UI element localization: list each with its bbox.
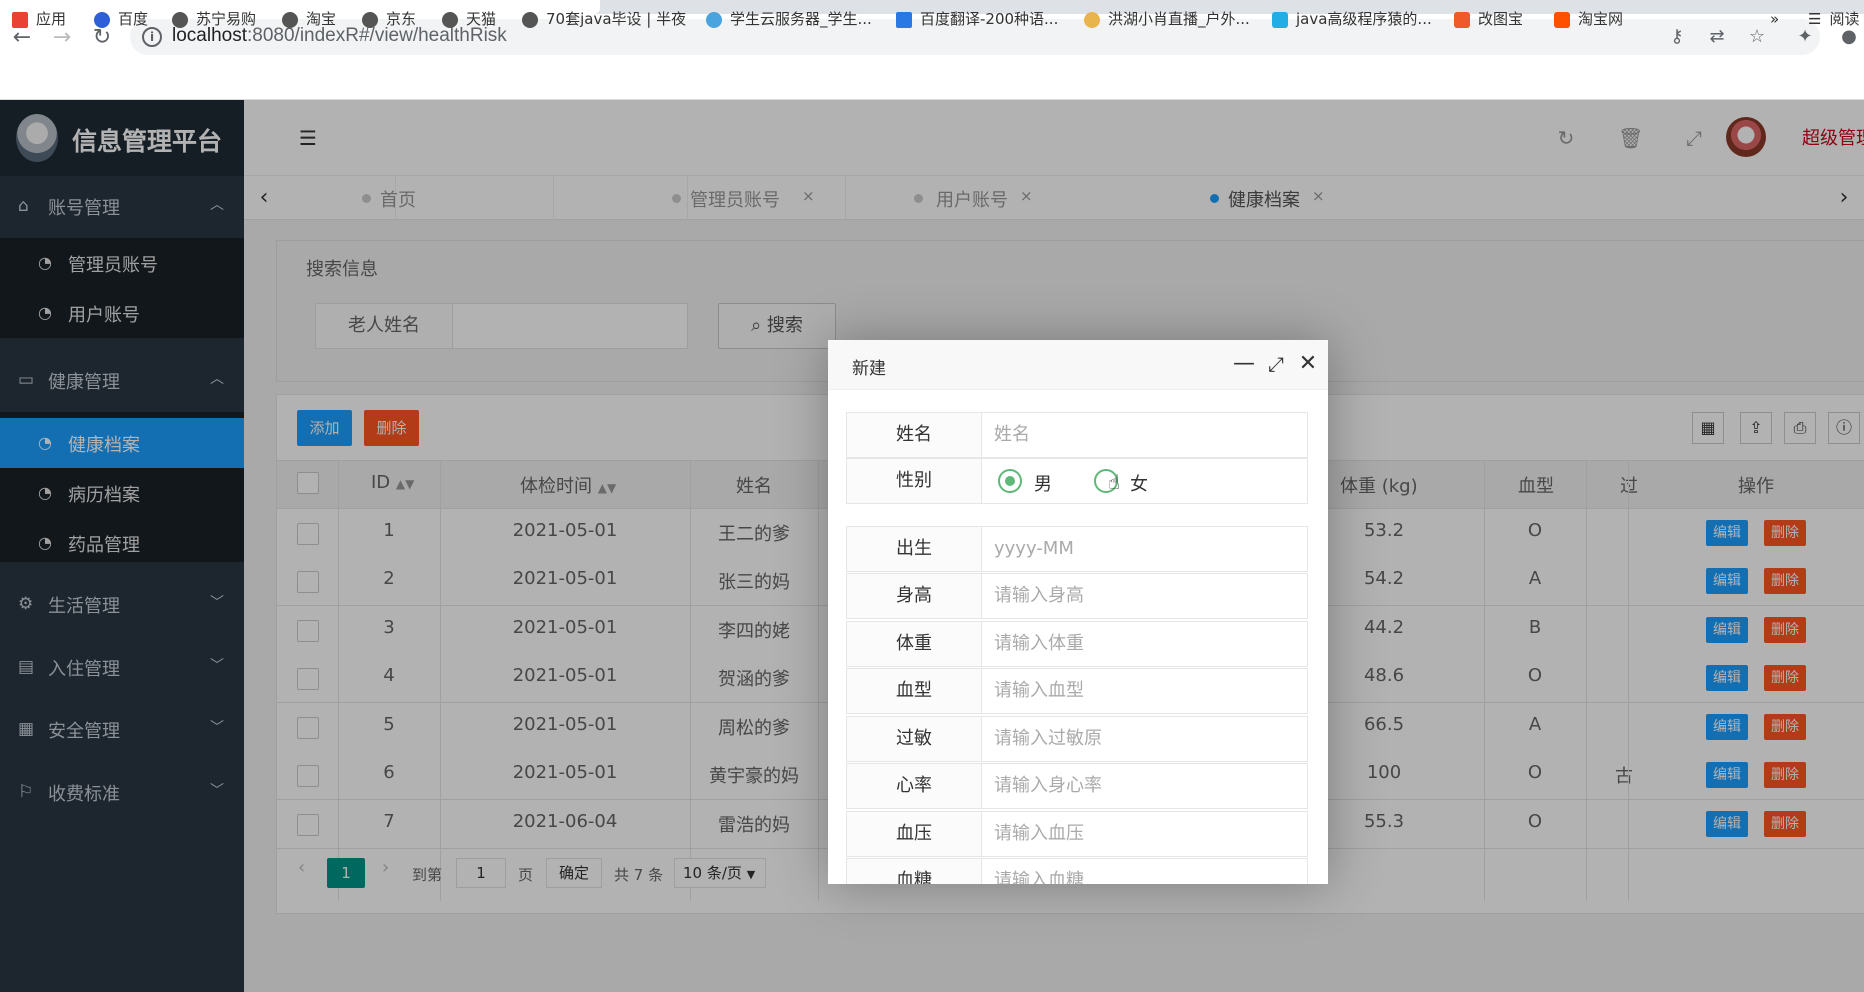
reading-list-label: 阅读	[1829, 10, 1860, 28]
minimize-icon[interactable]: —	[1232, 352, 1256, 376]
field-label-name: 姓名	[846, 412, 982, 458]
bookmark-jd[interactable]: 京东	[362, 8, 416, 30]
apps-grid-icon	[12, 11, 28, 28]
field-label-birth: 出生	[846, 526, 982, 572]
dialog-header: 新建 — ⤢ ✕	[828, 340, 1328, 390]
cloud-icon	[706, 11, 722, 28]
bookmark-taobao[interactable]: 淘宝	[282, 8, 336, 30]
field-label-blood-sugar: 血糖	[846, 858, 982, 884]
hand-cursor-icon: ☝	[1108, 470, 1121, 494]
bookmark-label: java高级程序猿的...	[1296, 10, 1432, 28]
bookmark-baidu[interactable]: 百度	[94, 8, 148, 30]
bookmarks-bar	[0, 62, 1864, 100]
field-label-height: 身高	[846, 573, 982, 619]
bookmark-label: 天猫	[466, 10, 497, 28]
bookmark-label: 苏宁易购	[196, 10, 257, 28]
leaf-icon	[1084, 11, 1100, 28]
field-input-height[interactable]: 请输入身高	[981, 573, 1308, 619]
maximize-icon[interactable]: ⤢	[1264, 352, 1288, 376]
translate-site-icon	[896, 11, 912, 28]
reading-list[interactable]: ☰ 阅读	[1808, 8, 1859, 30]
field-label-allergy: 过敏	[846, 716, 982, 762]
radio-female-label[interactable]: 女	[1130, 470, 1148, 496]
bookmark-student-cloud[interactable]: 学生云服务器_学生...	[706, 8, 872, 30]
baidu-icon	[94, 11, 110, 28]
dialog-title: 新建	[852, 359, 886, 379]
bookmark-taobao-net[interactable]: 淘宝网	[1554, 8, 1623, 30]
image-tool-icon	[1454, 11, 1470, 28]
field-input-heart-rate[interactable]: 请输入身心率	[981, 763, 1308, 809]
radio-dot	[1005, 476, 1015, 486]
bookmark-tmall[interactable]: 天猫	[442, 8, 496, 30]
bookmark-label: 淘宝	[306, 10, 337, 28]
field-label-gender: 性别	[846, 458, 982, 504]
bookmark-label: 70套java毕设 | 半夜	[546, 10, 687, 28]
bookmark-apps[interactable]: 应用	[12, 8, 66, 30]
key-icon[interactable]: ⚷	[1666, 26, 1688, 48]
bookmark-label: 京东	[386, 10, 417, 28]
globe-icon	[362, 11, 378, 28]
tv-icon	[1272, 11, 1288, 28]
radio-male[interactable]	[998, 469, 1022, 493]
field-input-blood-sugar[interactable]: 请输入血糖	[981, 858, 1308, 884]
globe-icon	[282, 11, 298, 28]
bookmark-bilibili[interactable]: java高级程序猿的...	[1272, 8, 1432, 30]
globe-icon	[522, 11, 538, 28]
globe-icon	[442, 11, 458, 28]
field-input-name[interactable]: 姓名	[981, 412, 1308, 458]
field-label-blood-pressure: 血压	[846, 811, 982, 857]
reading-list-icon: ☰	[1808, 10, 1822, 28]
close-icon[interactable]: ✕	[1296, 352, 1320, 376]
bookmark-java-projects[interactable]: 70套java毕设 | 半夜	[522, 8, 686, 30]
field-label-blood-type: 血型	[846, 668, 982, 714]
field-input-weight[interactable]: 请输入体重	[981, 621, 1308, 667]
field-input-birth[interactable]: yyyy-MM	[981, 526, 1308, 572]
star-icon[interactable]: ☆	[1746, 26, 1768, 48]
site-info-icon[interactable]: i	[142, 27, 162, 47]
field-label-weight: 体重	[846, 621, 982, 667]
globe-icon	[172, 11, 188, 28]
taobao-icon	[1554, 11, 1570, 28]
bookmark-label: 应用	[36, 10, 67, 28]
bookmark-label: 改图宝	[1478, 10, 1524, 28]
bookmark-baidu-translate[interactable]: 百度翻译-200种语...	[896, 8, 1058, 30]
field-label-heart-rate: 心率	[846, 763, 982, 809]
radio-male-label[interactable]: 男	[1034, 470, 1052, 496]
field-input-blood-pressure[interactable]: 请输入血压	[981, 811, 1308, 857]
bookmark-label: 学生云服务器_学生...	[730, 10, 872, 28]
bookmark-suning[interactable]: 苏宁易购	[172, 8, 256, 30]
bookmark-label: 百度	[118, 10, 149, 28]
field-input-blood-type[interactable]: 请输入血型	[981, 668, 1308, 714]
bookmark-label: 淘宝网	[1578, 10, 1624, 28]
field-input-allergy[interactable]: 请输入过敏原	[981, 716, 1308, 762]
bookmarks-overflow-icon[interactable]: »	[1770, 8, 1779, 30]
bookmark-gaitubao[interactable]: 改图宝	[1454, 8, 1523, 30]
bookmark-live-stream[interactable]: 洪湖小肖直播_户外...	[1084, 8, 1250, 30]
bookmark-label: 百度翻译-200种语...	[920, 10, 1059, 28]
translate-icon[interactable]: ⇄	[1706, 26, 1728, 48]
bookmark-label: 洪湖小肖直播_户外...	[1108, 10, 1250, 28]
create-dialog: 新建 — ⤢ ✕ 姓名 姓名 出生 yyyy-MM 身高 请输入身高 体重 请输…	[828, 340, 1328, 884]
